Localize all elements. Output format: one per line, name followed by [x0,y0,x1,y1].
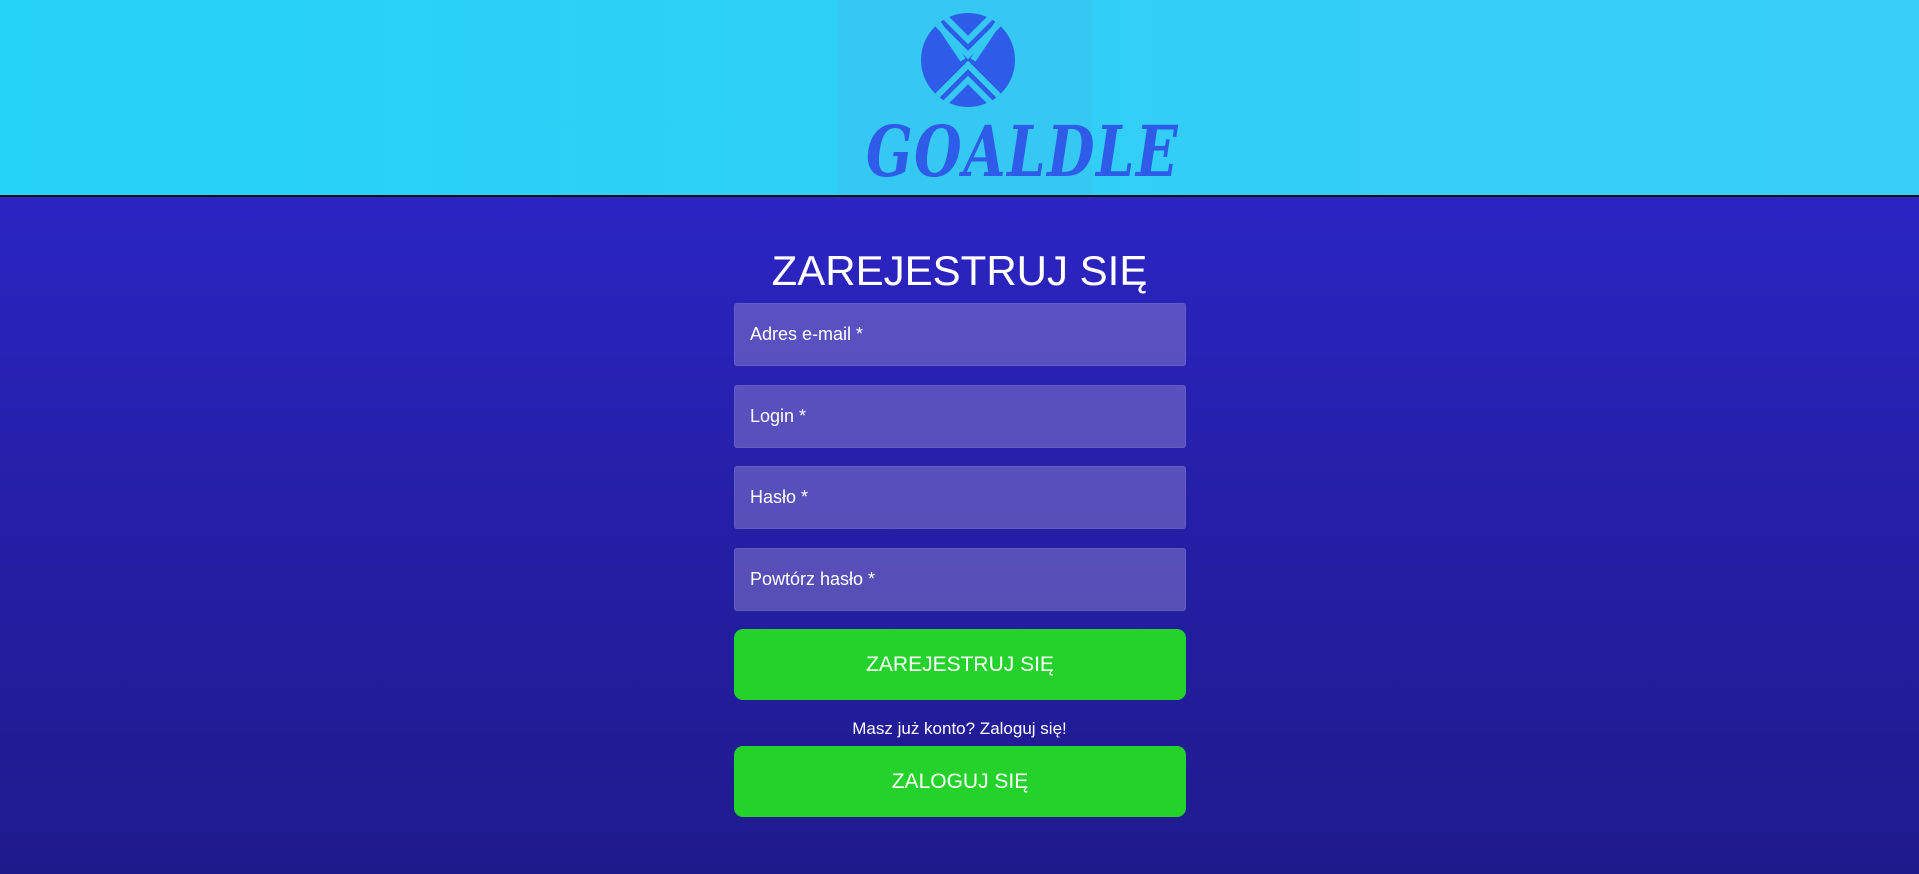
header: GOALDLE [0,0,1919,197]
password-field[interactable] [735,467,1185,528]
logo-text: GOALDLE [865,110,1180,193]
page-title: ZAREJESTRUJ SIĘ [771,247,1148,294]
login-prompt: Masz już konto? Zaloguj się! [852,719,1067,738]
login-field[interactable] [735,386,1185,447]
email-field[interactable] [735,304,1185,365]
login-button[interactable]: ZALOGUJ SIĘ [734,746,1186,817]
login-field-box [734,385,1186,448]
repeat-password-field-box [734,548,1186,611]
repeat-password-field[interactable] [735,549,1185,610]
logo-emblem-icon [921,13,1015,107]
email-field-box [734,303,1186,366]
password-field-box [734,466,1186,529]
register-button[interactable]: ZAREJESTRUJ SIĘ [734,629,1186,700]
logo[interactable]: GOALDLE [838,0,1180,195]
